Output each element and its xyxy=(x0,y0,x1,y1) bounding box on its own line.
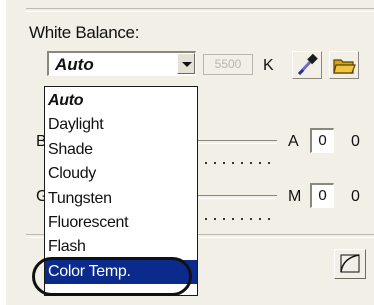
white-balance-panel: White Balance: Auto 5500 K B A 0 0 G M 0… xyxy=(0,0,374,305)
blue-amber-slider-ticks xyxy=(196,162,276,164)
curve-button[interactable] xyxy=(334,249,366,279)
green-magenta-value: 0 xyxy=(351,188,360,205)
blue-amber-slider-track[interactable] xyxy=(191,140,277,144)
green-magenta-input[interactable]: 0 xyxy=(310,183,334,208)
green-magenta-slider-ticks xyxy=(196,218,276,220)
green-magenta-slider-track[interactable] xyxy=(191,195,277,199)
magenta-axis-letter: M xyxy=(288,188,302,205)
option-cloudy[interactable]: Cloudy xyxy=(45,162,197,186)
white-balance-label: White Balance: xyxy=(29,23,140,42)
amber-axis-letter: A xyxy=(288,133,299,150)
option-daylight[interactable]: Daylight xyxy=(45,113,197,137)
option-tungsten[interactable]: Tungsten xyxy=(45,187,197,211)
curve-icon xyxy=(340,254,360,273)
option-flash[interactable]: Flash xyxy=(45,235,197,259)
blue-amber-value: 0 xyxy=(351,133,360,150)
eyedropper-icon xyxy=(297,53,318,76)
option-fluorescent[interactable]: Fluorescent xyxy=(45,211,197,235)
blue-amber-input[interactable]: 0 xyxy=(310,128,334,153)
folder-icon xyxy=(333,59,356,74)
white-balance-selected-value: Auto xyxy=(55,55,94,74)
option-shade[interactable]: Shade xyxy=(45,138,197,162)
eyedropper-button[interactable] xyxy=(292,51,322,79)
white-balance-dropdown-list[interactable]: Auto Daylight Shade Cloudy Tungsten Fluo… xyxy=(44,86,198,296)
top-separator xyxy=(26,8,374,12)
option-color-temp[interactable]: Color Temp. xyxy=(45,260,197,284)
color-temperature-field[interactable]: 5500 xyxy=(203,54,253,75)
option-auto[interactable]: Auto xyxy=(45,89,197,113)
kelvin-unit-label: K xyxy=(263,57,274,74)
white-balance-select[interactable]: Auto xyxy=(47,51,196,76)
open-folder-button[interactable] xyxy=(329,51,359,79)
chevron-down-icon[interactable] xyxy=(177,53,195,74)
